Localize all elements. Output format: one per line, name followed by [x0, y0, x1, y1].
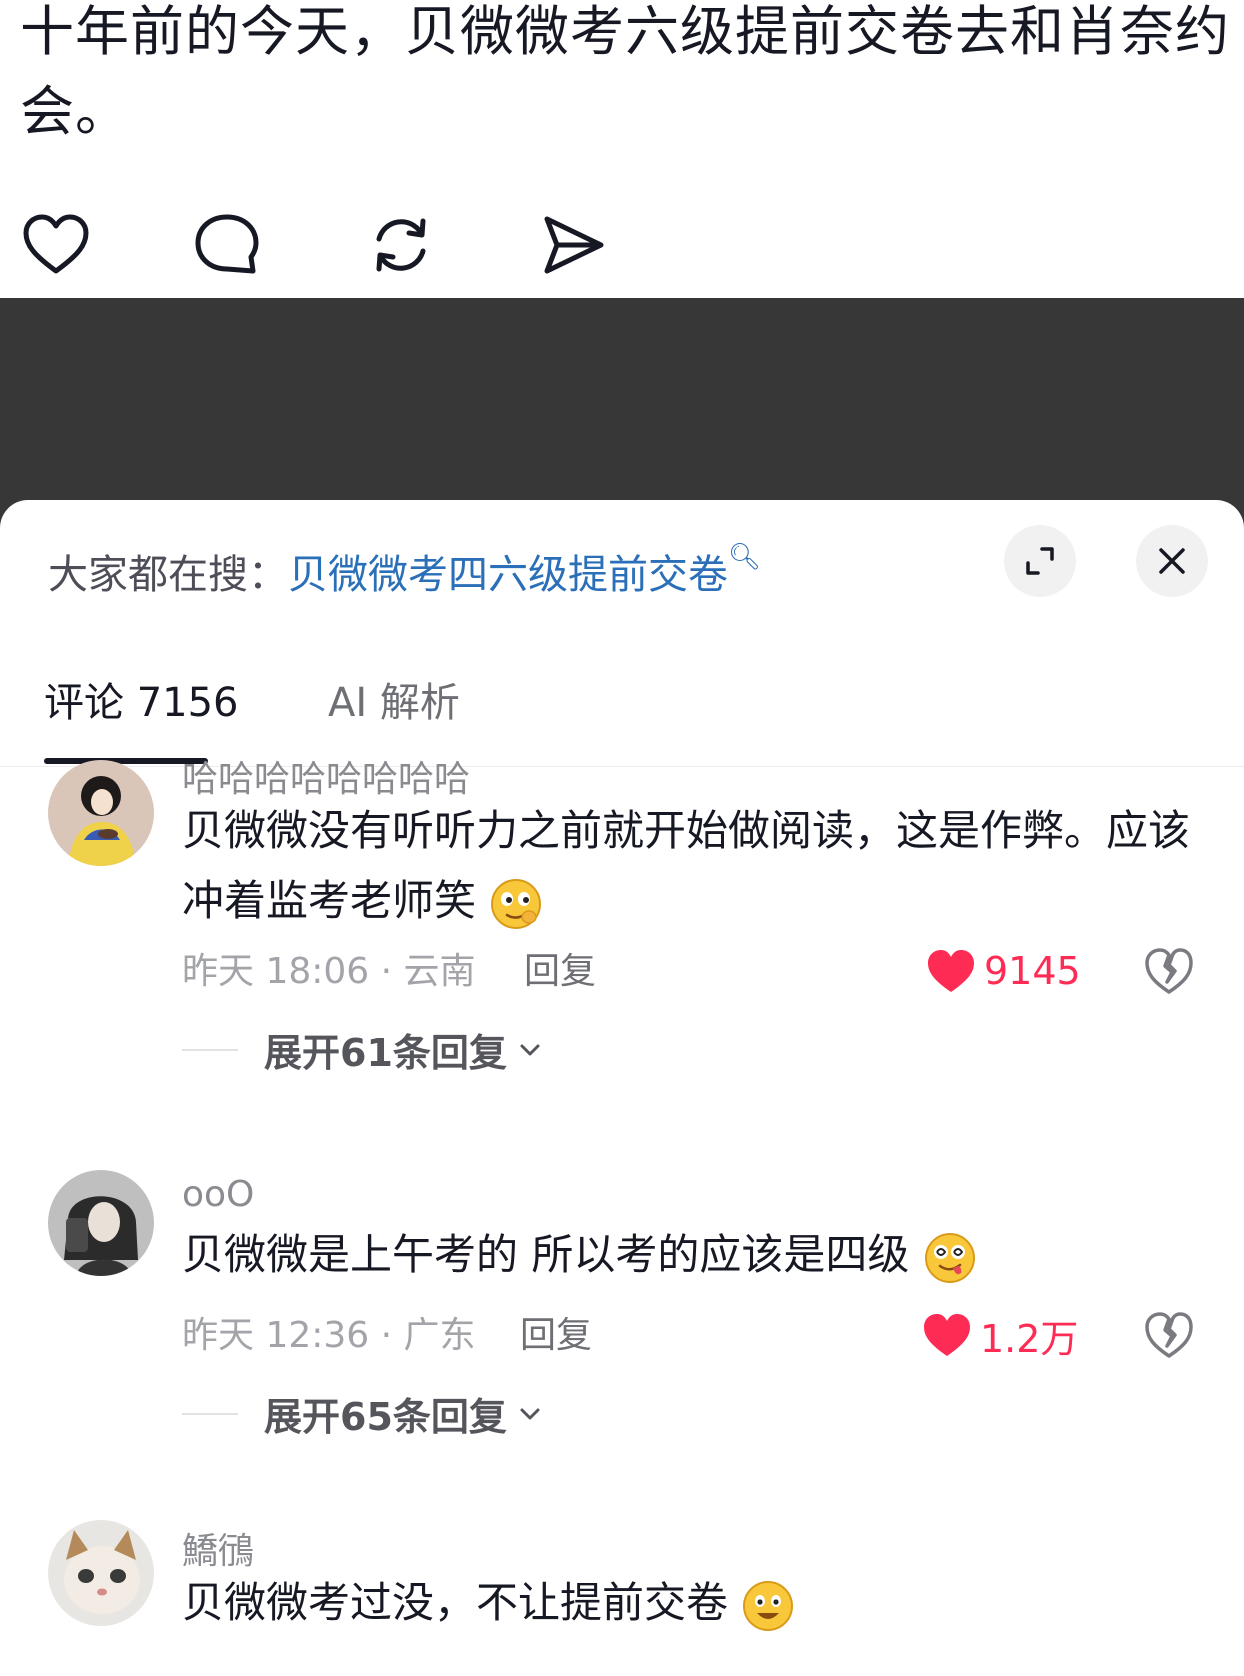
search-keyword[interactable]: 贝微微考四六级提前交卷 [288, 552, 728, 598]
heart-filled-icon [928, 950, 974, 992]
expand-button[interactable] [1004, 525, 1076, 597]
comment-text: 贝微微是上午考的 所以考的应该是四级 [182, 1220, 1192, 1290]
divider-line [182, 1412, 238, 1415]
comment-text: 贝微微考过没，不让提前交卷 [182, 1568, 1192, 1638]
broken-heart-icon [1145, 948, 1193, 994]
post-text: 十年前的今天，贝微微考六级提前交卷去和肖奈约会。 [20, 0, 1230, 143]
video-area [0, 298, 1244, 528]
comment-username[interactable]: 哈哈哈哈哈哈哈哈 [182, 750, 470, 802]
avatar[interactable] [48, 1170, 154, 1276]
dizzy-tongue-emoji-icon [924, 1232, 975, 1283]
trending-search[interactable]: 大家都在搜：贝微微考四六级提前交卷🔍︎ [48, 542, 761, 600]
close-icon [1159, 548, 1185, 574]
like-button[interactable]: 1.2万 [922, 1310, 1079, 1361]
tab-ai-analysis[interactable]: AI 解析 [328, 670, 460, 728]
like-button[interactable]: 9145 [926, 946, 1081, 996]
chevron-down-icon [520, 1408, 540, 1419]
comment-bubble-icon [195, 214, 259, 274]
share-button[interactable] [533, 205, 613, 285]
broken-heart-icon [1145, 1312, 1193, 1358]
search-prefix: 大家都在搜： [48, 552, 288, 598]
like-button[interactable] [16, 205, 96, 285]
close-button[interactable] [1136, 525, 1208, 597]
heart-filled-icon [924, 1314, 970, 1356]
expand-icon [1026, 547, 1054, 575]
reply-button[interactable]: 回复 [524, 942, 596, 994]
chevron-down-icon [520, 1044, 540, 1055]
like-count: 1.2万 [980, 1316, 1079, 1361]
repost-icon [376, 218, 426, 272]
comment-body: 贝微微考过没，不让提前交卷 [182, 1578, 729, 1627]
grin-emoji-icon [743, 1580, 794, 1631]
avatar[interactable] [48, 1520, 154, 1626]
dislike-button[interactable] [1144, 1310, 1194, 1360]
comment-body: 贝微微没有听听力之前就开始做阅读，这是作弊。应该冲着监考老师笑 [182, 806, 1191, 925]
comment-username[interactable]: ooO [182, 1174, 254, 1215]
heart-icon [23, 214, 89, 274]
dislike-button[interactable] [1144, 946, 1194, 996]
expand-replies-label: 展开61条回复 [264, 1031, 507, 1075]
send-icon [544, 216, 604, 274]
comment-body: 贝微微是上午考的 所以考的应该是四级 [182, 1230, 910, 1279]
comment-button[interactable] [187, 205, 267, 285]
post-action-bar [0, 205, 1244, 285]
repost-button[interactable] [361, 205, 441, 285]
reply-button[interactable]: 回复 [520, 1306, 592, 1358]
comment-sheet: 大家都在搜：贝微微考四六级提前交卷🔍︎ 评论 7156 AI 解析 哈哈哈哈哈哈… [0, 500, 1244, 1676]
smirk-emoji-icon [491, 878, 542, 929]
comment-time-location: 昨天 12:36 · 广东 [182, 1315, 476, 1356]
divider-line [182, 1048, 238, 1051]
comment-username[interactable]: 鱎鴴 [182, 1522, 254, 1574]
avatar[interactable] [48, 760, 154, 866]
comment-text: 贝微微没有听听力之前就开始做阅读，这是作弊。应该冲着监考老师笑 [182, 796, 1192, 936]
expand-replies[interactable]: 展开61条回复 [182, 1022, 543, 1077]
search-icon: 🔍︎ [728, 542, 762, 572]
expand-replies[interactable]: 展开65条回复 [182, 1386, 543, 1441]
comment-time-location: 昨天 18:06 · 云南 [182, 951, 476, 992]
expand-replies-label: 展开65条回复 [264, 1395, 507, 1439]
like-count: 9145 [984, 949, 1081, 993]
tab-comments[interactable]: 评论 7156 [44, 670, 239, 728]
